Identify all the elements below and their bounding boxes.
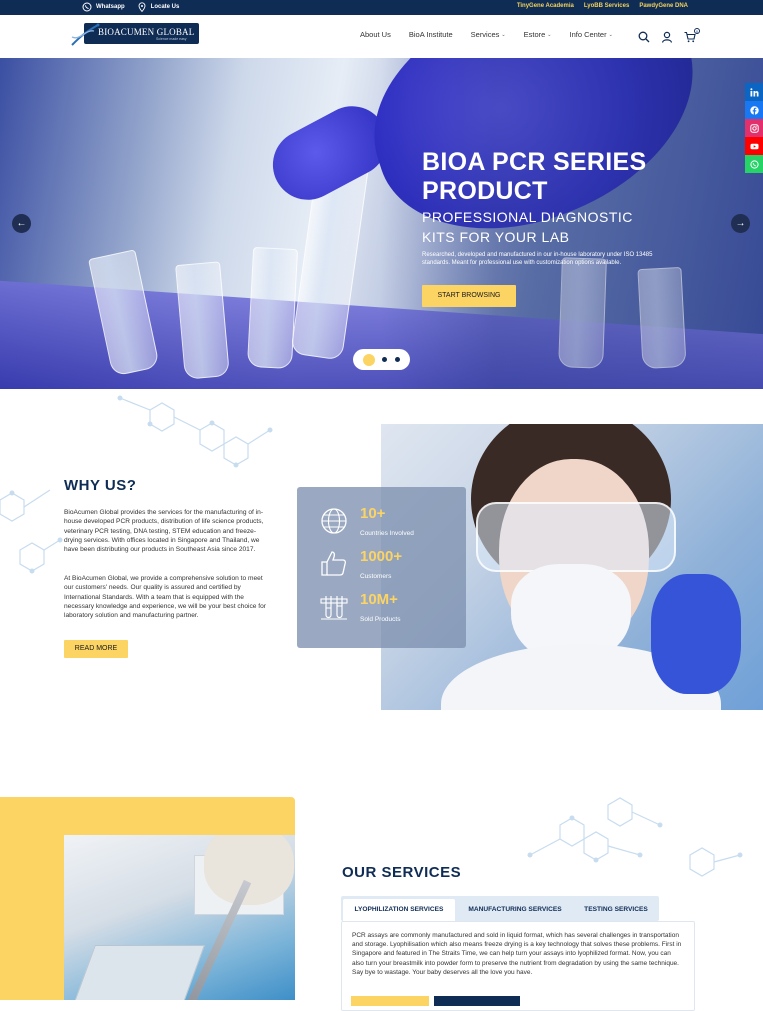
test-tubes-icon [320,596,348,620]
slide-dot-1[interactable] [362,353,375,366]
stat-label: Customers [360,573,392,580]
service-primary-button[interactable] [351,996,429,1006]
services-tab-panel: PCR assays are commonly manufactured and… [341,921,695,1011]
photo-shape [651,574,741,694]
prev-slide-arrow-icon[interactable]: ← [12,214,31,233]
nav-about-us[interactable]: About Us [360,30,391,39]
thumbs-up-icon [321,551,347,576]
stats-card: 10+ Countries Involved 1000+ Customers 1… [297,487,466,648]
hero-title: BIOA PCR SERIES PRODUCT [422,148,647,205]
pawdygene-link[interactable]: PawdyGene DNA [639,3,688,9]
nav-estore[interactable]: Estore ⌄ [524,30,552,39]
hero-subtitle: PROFESSIONAL DIAGNOSTIC KITS FOR YOUR LA… [422,209,633,245]
services-tabs: LYOPHILIZATION SERVICES MANUFACTURING SE… [341,896,659,921]
tab-lyophilization[interactable]: LYOPHILIZATION SERVICES [343,899,455,921]
facebook-icon[interactable] [745,101,763,119]
stat-customers: 1000+ Customers [297,548,466,588]
chevron-down-icon: ⌄ [501,31,506,38]
top-bar: Whatsapp Locate Us TinyGene Academia Lyo… [0,0,763,15]
tinygene-link[interactable]: TinyGene Academia [517,3,574,9]
whatsapp-link[interactable]: Whatsapp [82,2,125,12]
map-pin-icon [137,2,147,12]
stat-countries: 10+ Countries Involved [297,505,466,545]
user-icon[interactable] [661,30,673,43]
nav-label: BioA Institute [408,30,453,39]
stat-label: Countries Involved [360,530,414,537]
instagram-icon[interactable] [745,119,763,137]
dna-helix-icon [71,23,100,46]
nav-bioa-institute[interactable]: BioA Institute [409,30,453,39]
molecule-decoration [527,797,743,877]
photo-shape [476,502,676,572]
nav-label: Estore [523,30,546,39]
youtube-icon[interactable] [745,137,763,155]
lyobb-link[interactable]: LyoBB Services [584,3,629,9]
whatsapp-label: Whatsapp [96,4,125,10]
whatsapp-icon[interactable] [745,155,763,173]
cart-icon[interactable]: 0 [684,28,700,43]
whatsapp-icon [82,2,92,12]
social-bar [745,83,763,173]
cart-count-badge: 0 [694,28,700,34]
stat-value: 10M+ [360,591,398,608]
nav-label: Info Center [569,30,607,39]
stat-sold-products: 10M+ Sold Products [297,591,466,631]
services-body: PCR assays are commonly manufactured and… [352,932,682,976]
logo-text: BIOACUMEN GLOBAL [98,27,195,37]
why-us-paragraph-1: BioAcumen Global provides the services f… [64,509,264,554]
tube-shape [246,246,299,370]
lab-pipette-photo [64,835,295,1000]
chevron-down-icon: ⌄ [608,31,613,38]
chevron-down-icon: ⌄ [547,31,552,38]
hero-description: Researched, developed and manufactured i… [422,252,653,266]
stat-label: Sold Products [360,616,401,623]
nav-label: About Us [360,30,391,39]
tube-shape [175,261,230,380]
linkedin-icon[interactable] [745,83,763,101]
locate-us-label: Locate Us [150,4,180,10]
photo-shape [73,945,205,1000]
next-slide-arrow-icon[interactable]: → [731,214,750,233]
main-nav: About Us BioA Institute Services ⌄ Estore… [360,30,613,39]
nav-label: Services [470,30,500,39]
service-secondary-button[interactable] [434,996,520,1006]
start-browsing-button[interactable]: START BROWSING [422,285,516,307]
nav-info-center[interactable]: Info Center ⌄ [570,30,613,39]
tab-testing[interactable]: TESTING SERVICES [575,899,657,921]
hero-slider: BIOA PCR SERIES PRODUCT PROFESSIONAL DIA… [0,58,763,389]
logo-tagline: Science made easy [156,37,187,41]
locate-us-link[interactable]: Locate Us [137,2,180,12]
slide-dot-2[interactable] [382,357,388,362]
stat-value: 1000+ [360,548,403,565]
why-us-paragraph-2: At BioAcumen Global, we provide a compre… [64,575,266,620]
search-icon[interactable] [638,30,650,43]
nav-services[interactable]: Services ⌄ [471,30,506,39]
site-logo[interactable]: BIOACUMEN GLOBAL Science made easy [70,23,200,46]
slider-dots [353,349,410,370]
globe-icon [321,508,347,534]
tab-manufacturing[interactable]: MANUFACTURING SERVICES [459,899,571,921]
stat-value: 10+ [360,505,386,522]
photo-shape [204,835,294,905]
site-header: BIOACUMEN GLOBAL Science made easy About… [0,15,763,58]
slide-dot-3[interactable] [395,357,401,362]
read-more-button[interactable]: READ MORE [64,640,128,658]
services-title: OUR SERVICES [342,864,462,881]
why-us-title: WHY US? [64,477,137,494]
